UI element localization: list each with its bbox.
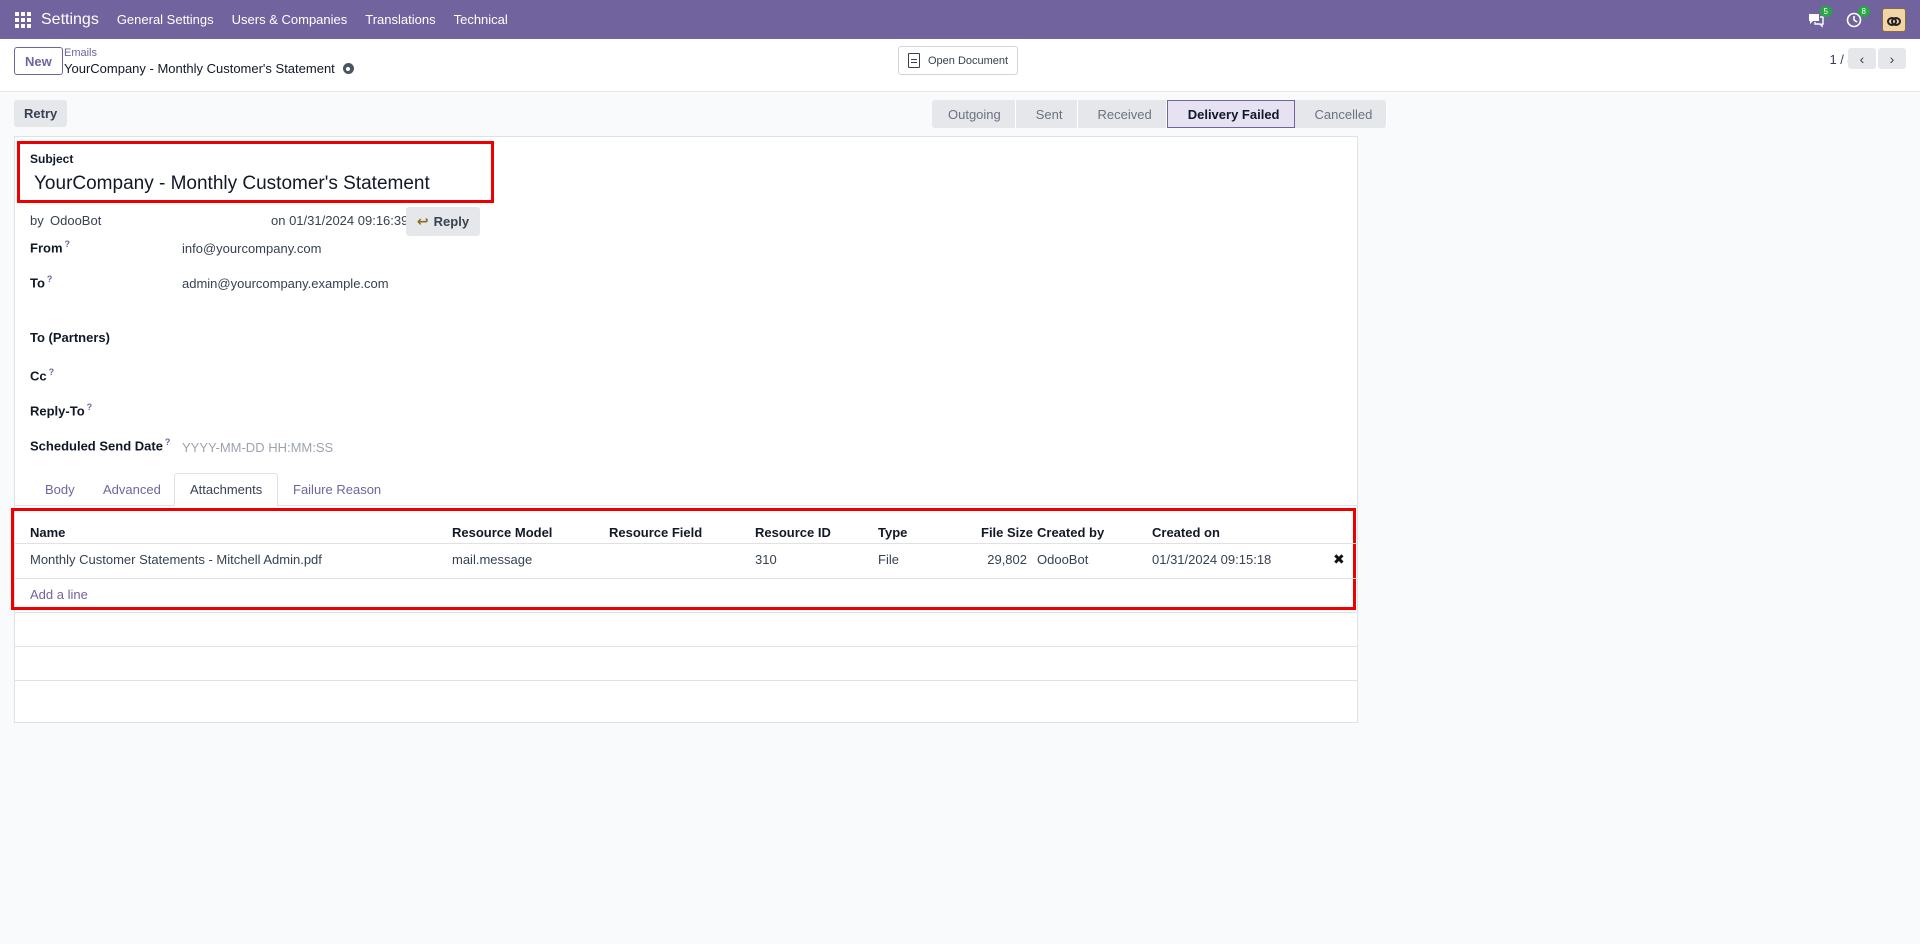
status-bar: Outgoing Sent Received Delivery Failed C… xyxy=(932,100,1388,128)
by-prefix: by xyxy=(30,213,44,228)
tab-attachments[interactable]: Attachments xyxy=(174,473,279,506)
from-label: From? xyxy=(30,239,70,255)
stage-delivery-failed[interactable]: Delivery Failed xyxy=(1166,100,1295,128)
col-file-size[interactable]: File Size xyxy=(981,525,1033,540)
scheduled-label-text: Scheduled Send Date xyxy=(30,438,163,454)
top-navbar: Settings General Settings Users & Compan… xyxy=(0,0,1920,39)
reply-to-label-text: Reply-To xyxy=(30,403,85,419)
subject-value[interactable]: YourCompany - Monthly Customer's Stateme… xyxy=(34,173,430,195)
row-resource-model[interactable]: mail.message xyxy=(452,552,532,567)
stage-sent[interactable]: Sent xyxy=(1015,100,1078,128)
reply-button[interactable]: ↩ Reply xyxy=(406,207,480,236)
message-date: on 01/31/2024 09:16:39 xyxy=(271,213,409,228)
chevron-right-icon: › xyxy=(1889,50,1895,67)
reply-to-label: Reply-To? xyxy=(30,402,92,418)
menu-technical[interactable]: Technical xyxy=(454,12,508,27)
gear-icon[interactable] xyxy=(342,63,354,74)
scheduled-send-date-label: Scheduled Send Date? xyxy=(30,437,170,453)
reply-icon: ↩ xyxy=(416,213,429,229)
control-panel: New Emails YourCompany - Monthly Custome… xyxy=(0,39,1920,92)
delete-row-icon[interactable]: ✖ xyxy=(1333,551,1345,568)
empty-row-divider xyxy=(15,612,1357,613)
reply-label: Reply xyxy=(433,214,470,229)
col-created-by[interactable]: Created by xyxy=(1037,525,1104,540)
help-icon[interactable]: ? xyxy=(49,367,55,377)
col-resource-id[interactable]: Resource ID xyxy=(755,525,831,540)
retry-button[interactable]: Retry xyxy=(14,100,68,127)
author-name[interactable]: OdooBot xyxy=(50,213,101,228)
from-label-text: From xyxy=(30,240,63,256)
breadcrumb-current: YourCompany - Monthly Customer's Stateme… xyxy=(64,61,354,76)
menu-general-settings[interactable]: General Settings xyxy=(117,12,214,27)
open-document-label: Open Document xyxy=(928,54,1009,67)
chevron-left-icon: ‹ xyxy=(1859,50,1865,67)
col-created-on[interactable]: Created on xyxy=(1152,525,1220,540)
add-line-link[interactable]: Add a line xyxy=(30,587,88,602)
menu-translations[interactable]: Translations xyxy=(365,12,435,27)
help-icon[interactable]: ? xyxy=(87,402,93,412)
cc-label: Cc? xyxy=(30,367,54,383)
new-button[interactable]: New xyxy=(14,47,63,75)
row-name[interactable]: Monthly Customer Statements - Mitchell A… xyxy=(30,552,322,567)
pager-next-button[interactable]: › xyxy=(1878,48,1906,69)
col-name[interactable]: Name xyxy=(30,525,65,540)
to-value[interactable]: admin@yourcompany.example.com xyxy=(182,276,389,291)
chat-icon[interactable]: 5 xyxy=(1806,5,1832,30)
help-icon[interactable]: ? xyxy=(165,437,171,447)
chat-count-badge: 5 xyxy=(1819,5,1832,17)
header-divider xyxy=(15,543,1357,544)
row-file-size[interactable]: 29,802 xyxy=(981,552,1027,567)
form-sheet: Subject YourCompany - Monthly Customer's… xyxy=(11,136,1358,723)
scheduled-send-date-input[interactable]: YYYY-MM-DD HH:MM:SS xyxy=(182,440,333,455)
row-divider xyxy=(15,578,1357,579)
activity-count-badge: 8 xyxy=(1857,5,1870,17)
stage-cancelled[interactable]: Cancelled xyxy=(1294,100,1388,128)
breadcrumb-current-label: YourCompany - Monthly Customer's Stateme… xyxy=(64,61,335,76)
open-document-button[interactable]: Open Document xyxy=(898,46,1019,75)
to-label: To? xyxy=(30,274,52,290)
user-avatar[interactable] xyxy=(1882,7,1906,32)
document-icon xyxy=(908,53,920,68)
pager-previous-button[interactable]: ‹ xyxy=(1848,48,1876,69)
row-created-by[interactable]: OdooBot xyxy=(1037,552,1088,567)
col-type[interactable]: Type xyxy=(878,525,907,540)
row-type[interactable]: File xyxy=(878,552,899,567)
col-resource-model[interactable]: Resource Model xyxy=(452,525,552,540)
notebook-tabs: Body Advanced Attachments Failure Reason xyxy=(15,473,1357,506)
apps-menu-icon[interactable] xyxy=(15,11,31,28)
tab-advanced[interactable]: Advanced xyxy=(88,473,176,506)
subject-label: Subject xyxy=(30,152,74,166)
cc-label-text: Cc xyxy=(30,368,47,384)
breadcrumb-parent[interactable]: Emails xyxy=(64,47,97,59)
to-partners-label: To (Partners) xyxy=(30,330,110,345)
help-icon[interactable]: ? xyxy=(47,274,53,284)
row-created-on[interactable]: 01/31/2024 09:15:18 xyxy=(1152,552,1271,567)
from-value[interactable]: info@yourcompany.com xyxy=(182,241,321,256)
help-icon[interactable]: ? xyxy=(65,239,71,249)
activity-clock-icon[interactable]: 8 xyxy=(1844,5,1870,30)
stage-received[interactable]: Received xyxy=(1077,100,1167,128)
tab-failure-reason[interactable]: Failure Reason xyxy=(278,473,396,506)
empty-row-divider xyxy=(15,646,1357,647)
empty-row-divider xyxy=(15,680,1357,681)
menu-users-companies[interactable]: Users & Companies xyxy=(232,12,348,27)
app-name[interactable]: Settings xyxy=(41,11,99,29)
row-resource-id[interactable]: 310 xyxy=(755,552,777,567)
stage-outgoing[interactable]: Outgoing xyxy=(932,100,1016,128)
tab-body[interactable]: Body xyxy=(30,473,90,506)
to-label-text: To xyxy=(30,275,45,291)
col-resource-field[interactable]: Resource Field xyxy=(609,525,702,540)
